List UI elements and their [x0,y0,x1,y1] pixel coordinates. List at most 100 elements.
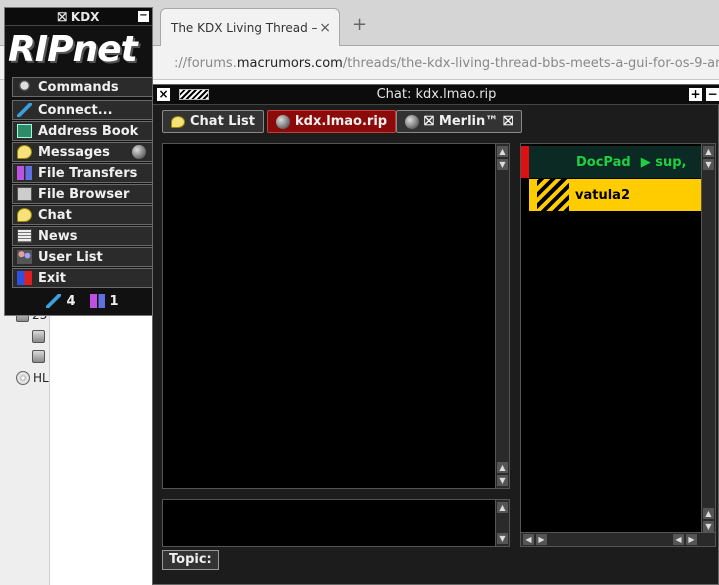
minimize-icon[interactable]: − [138,11,149,22]
kdx-main-window: ⛝ KDX − RIPnet Commands Connect... Addre… [4,7,153,316]
user-status: ▶ sup, [640,154,687,170]
scroll-down-icon[interactable]: ▼ [703,159,714,170]
cd-icon [16,371,30,385]
menu-label: Messages [38,144,110,160]
user-list-pane: DocPad ▶ sup, vatula2 ▲ ▼ ▲ ▼ ◀ ▶ ◀ ▶ [520,143,716,547]
user-name: vatula2 [575,187,630,203]
tab-label: kdx.lmao.rip [295,114,388,129]
url-prefix: ://forums. [174,56,237,71]
transfers-status[interactable]: 1 [89,293,119,309]
user-flag [521,146,529,178]
menu-label: Connect... [38,102,113,118]
transfers-count: 1 [109,293,119,309]
exit-icon [17,271,32,285]
menu-label: Commands [38,79,119,95]
tab-merlin[interactable]: ⛝ Merlin™ ⛝ [396,110,523,133]
envelope-icon: ⛝ [424,114,434,129]
menu-label: File Browser [38,186,130,202]
address-book-icon [17,124,32,138]
menu-user-list[interactable]: User List [12,247,153,267]
menu-label: File Transfers [38,165,138,181]
side-row[interactable] [32,330,48,343]
ripnet-logo: RIPnet [8,29,138,70]
chat-messages-pane[interactable]: ▲ ▼ ▲ ▼ [162,143,510,489]
zoom-icon[interactable]: + [689,88,702,101]
connect-icon [17,103,32,117]
side-row[interactable]: HL [16,371,49,385]
file-transfers-icon [17,166,32,180]
menu-news[interactable]: News [12,226,153,246]
connections-status[interactable]: 4 [46,293,76,309]
server-orb-icon [276,114,290,129]
scroll-up-icon[interactable]: ▲ [497,146,508,157]
news-icon [17,229,32,243]
menu-exit[interactable]: Exit [12,268,153,288]
address-bar[interactable]: ://forums.macrumors.com/threads/the-kdx-… [170,53,719,75]
scroll-down-icon[interactable]: ▼ [497,475,508,486]
side-row[interactable] [32,350,48,363]
scroll-left-icon[interactable]: ◀ [523,534,534,545]
tab-chat-list[interactable]: Chat List [162,110,264,133]
hard-disk-icon [32,330,45,343]
users-scrollbar[interactable]: ▲ ▼ ▲ ▼ [701,144,715,534]
menu-file-transfers[interactable]: File Transfers [12,163,153,183]
side-row-label: HL [33,371,49,385]
menu-messages[interactable]: Messages [12,142,153,162]
input-scrollbar[interactable]: ▲ ▼ [495,500,509,546]
menu-commands[interactable]: Commands [12,77,153,97]
users-hscrollbar[interactable]: ◀ ▶ ◀ ▶ [521,532,715,546]
menu-label: News [38,228,78,244]
scroll-right-icon[interactable]: ▶ [686,534,697,545]
menu-address-book[interactable]: Address Book [12,121,153,141]
file-browser-icon [17,187,32,201]
user-row-docpad[interactable]: DocPad ▶ sup, [521,146,703,178]
menu-label: Chat [38,207,72,223]
user-status-text: sup, [655,154,687,170]
menu-connect[interactable]: Connect... [12,100,153,120]
chat-icon [17,208,32,222]
menu-file-browser[interactable]: File Browser [12,184,153,204]
kdx-title-text: KDX [70,10,100,24]
new-tab-button[interactable]: + [352,14,367,35]
scroll-up-icon[interactable]: ▲ [497,462,508,473]
chat-title-bar[interactable]: × Chat: kdx.lmao.rip + − [153,85,719,105]
browser-tab[interactable]: The KDX Living Thread – × [160,8,340,46]
file-transfers-icon [89,294,105,308]
scroll-up-icon[interactable]: ▲ [703,146,714,157]
scroll-right-icon[interactable]: ▶ [536,534,547,545]
user-row-vatula2[interactable]: vatula2 [521,179,703,211]
chat-input-field[interactable]: ▲ ▼ [162,499,510,547]
minimize-icon[interactable]: − [706,88,719,101]
tab-label: Chat List [190,114,255,129]
envelope-icon: ⛝ [57,10,71,24]
kdx-title-bar[interactable]: ⛝ KDX − [5,8,152,26]
server-orb-icon [405,114,419,129]
browser-tab-title: The KDX Living Thread – [171,21,318,35]
scroll-down-icon[interactable]: ▼ [497,533,508,544]
envelope-icon: ⛝ [503,114,514,129]
connections-count: 4 [66,293,76,309]
commands-icon [17,80,32,94]
menu-chat[interactable]: Chat [12,205,153,225]
url-path: /threads/the-kdx-living-thread-bbs-meets… [342,56,719,71]
scroll-up-icon[interactable]: ▲ [703,508,714,519]
chat-bubble-icon [171,115,185,128]
scroll-left-icon[interactable]: ◀ [673,534,684,545]
chat-window: × Chat: kdx.lmao.rip + − Chat List kdx.l… [152,84,719,585]
user-flag [521,179,529,211]
messages-scrollbar[interactable]: ▲ ▼ ▲ ▼ [495,144,509,488]
user-avatar-icon [537,179,569,211]
url-domain: macrumors.com [236,56,343,71]
hard-disk-icon [32,350,45,363]
scroll-down-icon[interactable]: ▼ [497,159,508,170]
topic-button[interactable]: Topic: [162,550,219,570]
scroll-down-icon[interactable]: ▼ [703,521,714,532]
menu-label: Exit [38,270,66,286]
kdx-status-bar: 4 1 [12,290,153,312]
scroll-up-icon[interactable]: ▲ [497,502,508,513]
tab-label: Merlin™ [438,114,499,129]
tab-kdx-lmao-rip[interactable]: kdx.lmao.rip [267,110,397,133]
messages-icon [17,145,32,159]
close-tab-icon[interactable]: × [319,20,331,36]
menu-label: Address Book [38,123,139,139]
